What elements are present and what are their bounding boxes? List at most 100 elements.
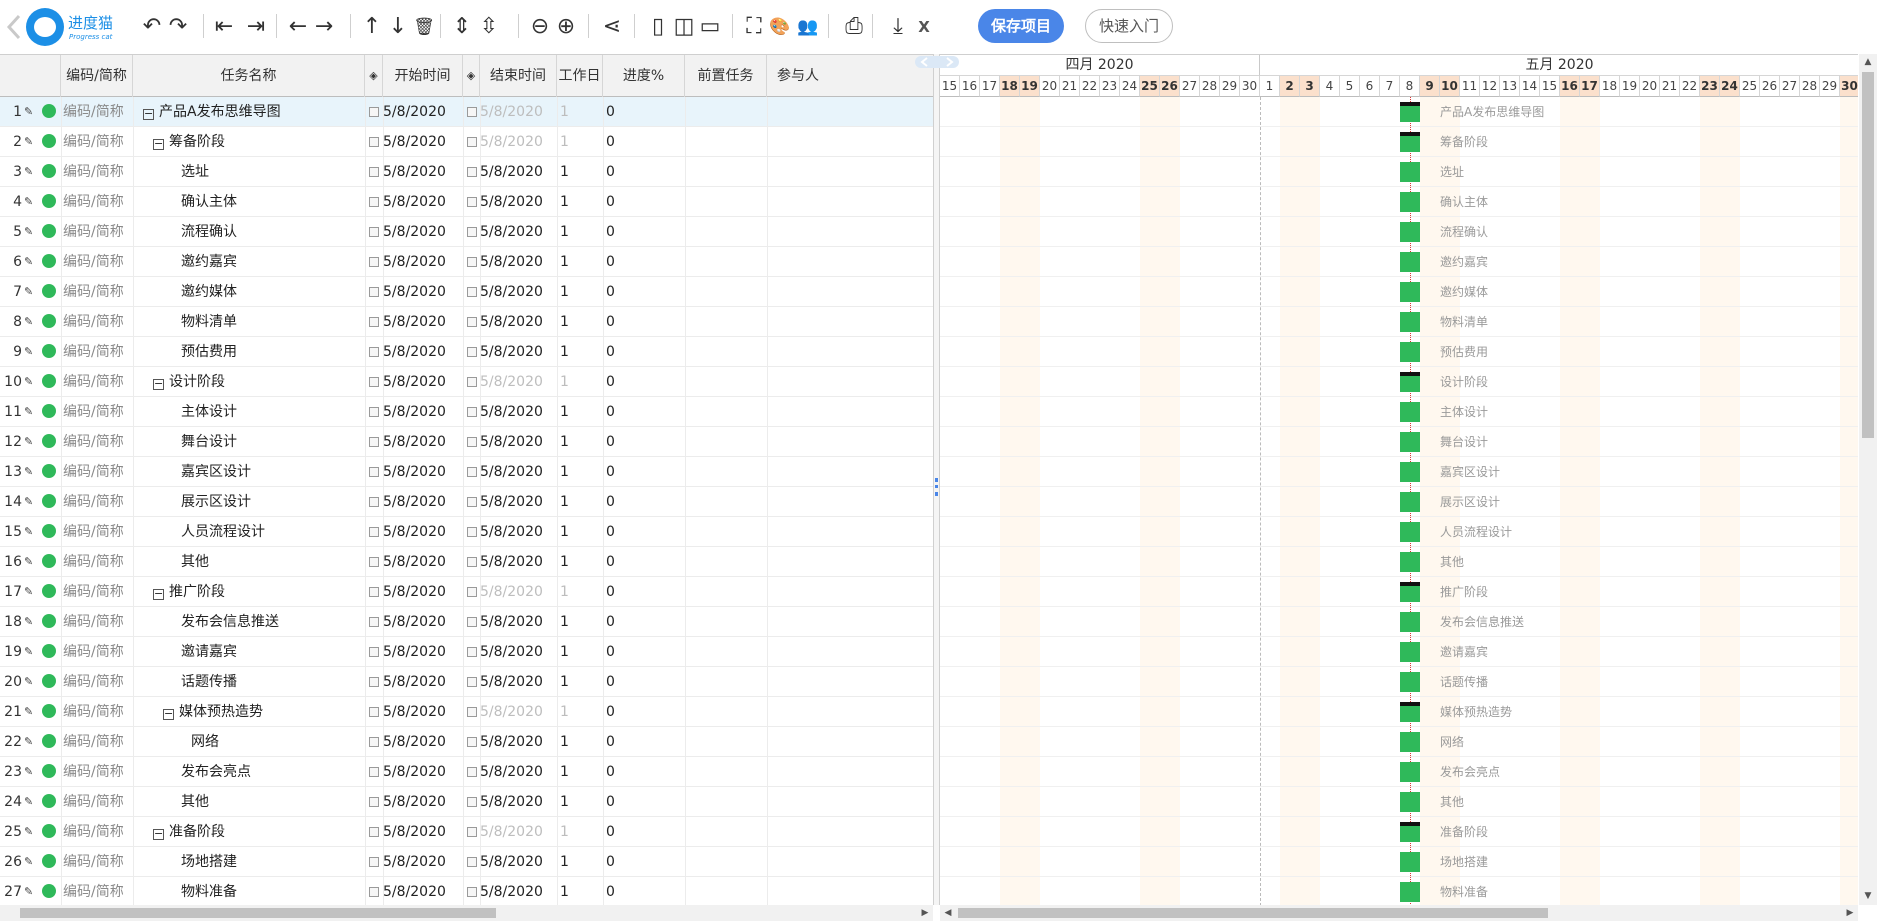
scroll-up-icon[interactable]: ▲ [1860,54,1876,70]
task-bar[interactable] [1400,882,1420,902]
task-name-cell[interactable]: 网络 [191,727,365,757]
task-end-date[interactable]: 5/8/2020 [480,817,555,847]
table-row[interactable]: 8 ✎ 编码/简称 物料清单 5/8/2020 5/8/2020 1 0 [0,307,933,337]
task-code[interactable]: 编码/简称 [63,217,131,247]
edit-pencil-icon[interactable]: ✎ [24,577,36,607]
table-row[interactable]: 4 ✎ 编码/简称 确认主体 5/8/2020 5/8/2020 1 0 [0,187,933,217]
task-participants[interactable] [767,817,933,847]
task-start-date[interactable]: 5/8/2020 [383,277,453,307]
task-predecessor[interactable] [685,877,767,905]
view-split-icon[interactable]: ◫ [672,14,696,40]
edit-pencil-icon[interactable]: ✎ [24,817,36,847]
task-start-date[interactable]: 5/8/2020 [383,667,453,697]
task-progress[interactable]: 0 [606,157,646,187]
end-lock-checkbox[interactable] [467,497,477,507]
task-code[interactable]: 编码/简称 [63,97,131,127]
header-start-time[interactable]: 开始时间 [383,55,463,97]
undo-icon[interactable]: ↶ [140,14,164,40]
table-row[interactable]: 9 ✎ 编码/简称 预估费用 5/8/2020 5/8/2020 1 0 [0,337,933,367]
task-workdays[interactable]: 1 [560,727,600,757]
task-code[interactable]: 编码/简称 [63,127,131,157]
task-bar[interactable] [1400,672,1420,692]
start-lock-checkbox[interactable] [369,257,379,267]
edit-pencil-icon[interactable]: ✎ [24,697,36,727]
task-participants[interactable] [767,247,933,277]
task-progress[interactable]: 0 [606,367,646,397]
end-lock-checkbox[interactable] [467,227,477,237]
edit-pencil-icon[interactable]: ✎ [24,367,36,397]
task-code[interactable]: 编码/简称 [63,697,131,727]
edit-pencil-icon[interactable]: ✎ [24,727,36,757]
task-predecessor[interactable] [685,697,767,727]
task-end-date[interactable]: 5/8/2020 [480,787,555,817]
task-end-date[interactable]: 5/8/2020 [480,577,555,607]
task-bar[interactable] [1400,282,1420,302]
table-row[interactable]: 17 ✎ 编码/简称 − 推广阶段 5/8/2020 5/8/2020 1 0 [0,577,933,607]
task-predecessor[interactable] [685,547,767,577]
task-workdays[interactable]: 1 [560,637,600,667]
task-name-cell[interactable]: 预估费用 [181,337,365,367]
task-code[interactable]: 编码/简称 [63,397,131,427]
task-name-cell[interactable]: 嘉宾区设计 [181,457,365,487]
collapse-toggle-icon[interactable]: − [153,828,164,840]
excel-export-icon[interactable]: X [912,14,936,40]
task-workdays[interactable]: 1 [560,367,600,397]
task-predecessor[interactable] [685,187,767,217]
task-bar[interactable] [1400,192,1420,212]
task-start-date[interactable]: 5/8/2020 [383,517,453,547]
back-chevron-icon[interactable] [4,12,24,42]
task-name-cell[interactable]: − 产品A发布思维导图 [143,97,365,127]
save-project-button[interactable]: 保存项目 [978,9,1064,43]
task-end-date[interactable]: 5/8/2020 [480,157,555,187]
task-code[interactable]: 编码/简称 [63,817,131,847]
table-row[interactable]: 25 ✎ 编码/简称 − 准备阶段 5/8/2020 5/8/2020 1 0 [0,817,933,847]
task-predecessor[interactable] [685,487,767,517]
task-predecessor[interactable] [685,127,767,157]
task-start-date[interactable]: 5/8/2020 [383,187,453,217]
task-participants[interactable] [767,457,933,487]
start-lock-checkbox[interactable] [369,287,379,297]
task-start-date[interactable]: 5/8/2020 [383,127,453,157]
scroll-down-icon[interactable]: ▼ [1860,888,1876,904]
edit-pencil-icon[interactable]: ✎ [24,757,36,787]
table-row[interactable]: 11 ✎ 编码/简称 主体设计 5/8/2020 5/8/2020 1 0 [0,397,933,427]
start-lock-checkbox[interactable] [369,317,379,327]
task-bar[interactable] [1400,132,1420,152]
print-icon[interactable]: ⎙ [842,14,866,40]
end-lock-checkbox[interactable] [467,647,477,657]
end-lock-checkbox[interactable] [467,707,477,717]
task-participants[interactable] [767,787,933,817]
task-progress[interactable]: 0 [606,727,646,757]
task-start-date[interactable]: 5/8/2020 [383,367,453,397]
end-lock-checkbox[interactable] [467,587,477,597]
end-lock-checkbox[interactable] [467,677,477,687]
task-workdays[interactable]: 1 [560,427,600,457]
edit-pencil-icon[interactable]: ✎ [24,877,36,905]
task-name-cell[interactable]: − 推广阶段 [153,577,365,607]
end-lock-checkbox[interactable] [467,437,477,447]
task-start-date[interactable]: 5/8/2020 [383,157,453,187]
end-lock-checkbox[interactable] [467,557,477,567]
task-predecessor[interactable] [685,157,767,187]
edit-pencil-icon[interactable]: ✎ [24,427,36,457]
edit-pencil-icon[interactable]: ✎ [24,97,36,127]
end-lock-checkbox[interactable] [467,617,477,627]
task-name-cell[interactable]: 展示区设计 [181,487,365,517]
task-progress[interactable]: 0 [606,217,646,247]
start-lock-checkbox[interactable] [369,707,379,717]
task-name-cell[interactable]: 流程确认 [181,217,365,247]
start-lock-checkbox[interactable] [369,827,379,837]
task-participants[interactable] [767,667,933,697]
end-lock-checkbox[interactable] [467,347,477,357]
edit-pencil-icon[interactable]: ✎ [24,487,36,517]
task-start-date[interactable]: 5/8/2020 [383,307,453,337]
download-icon[interactable]: ⤓ [886,14,910,40]
task-participants[interactable] [767,757,933,787]
task-name-cell[interactable]: 邀约媒体 [181,277,365,307]
task-participants[interactable] [767,697,933,727]
end-lock-checkbox[interactable] [467,887,477,897]
task-progress[interactable]: 0 [606,97,646,127]
header-workdays[interactable]: 工作日 [557,55,603,97]
task-end-date[interactable]: 5/8/2020 [480,757,555,787]
edit-pencil-icon[interactable]: ✎ [24,157,36,187]
